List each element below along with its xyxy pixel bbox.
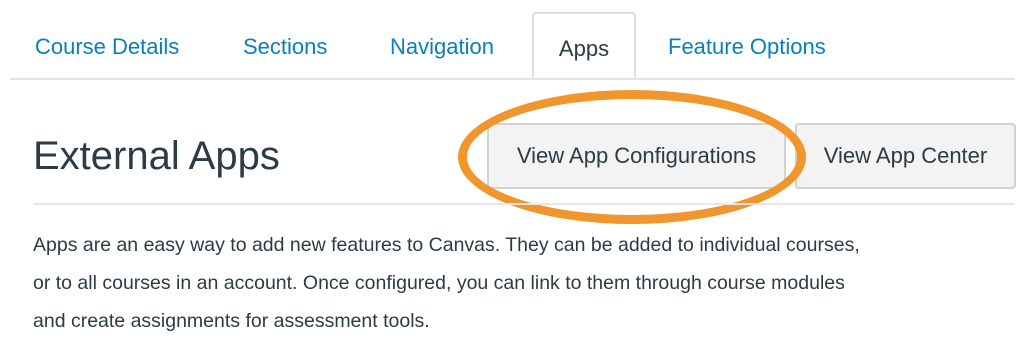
tab-course-details[interactable]: Course Details [35, 30, 179, 64]
tab-feature-options[interactable]: Feature Options [668, 30, 826, 64]
tab-apps-label: Apps [558, 36, 610, 61]
settings-tabs: Course Details Sections Navigation Apps … [10, 0, 1015, 80]
course-settings-page: Course Details Sections Navigation Apps … [0, 0, 1028, 356]
apps-description: Apps are an easy way to add new features… [33, 226, 1013, 340]
description-line: and create assignments for assessment to… [33, 310, 430, 332]
view-app-center-button[interactable]: View App Center [795, 123, 1016, 189]
header-divider [33, 203, 1015, 205]
tab-navigation[interactable]: Navigation [390, 30, 494, 64]
description-line: Apps are an easy way to add new features… [33, 234, 860, 256]
tab-sections[interactable]: Sections [243, 30, 327, 64]
tab-apps[interactable]: Apps [532, 12, 636, 78]
description-line: or to all courses in an account. Once co… [33, 272, 845, 294]
view-app-configurations-button[interactable]: View App Configurations [487, 123, 786, 189]
page-title: External Apps [33, 134, 280, 178]
